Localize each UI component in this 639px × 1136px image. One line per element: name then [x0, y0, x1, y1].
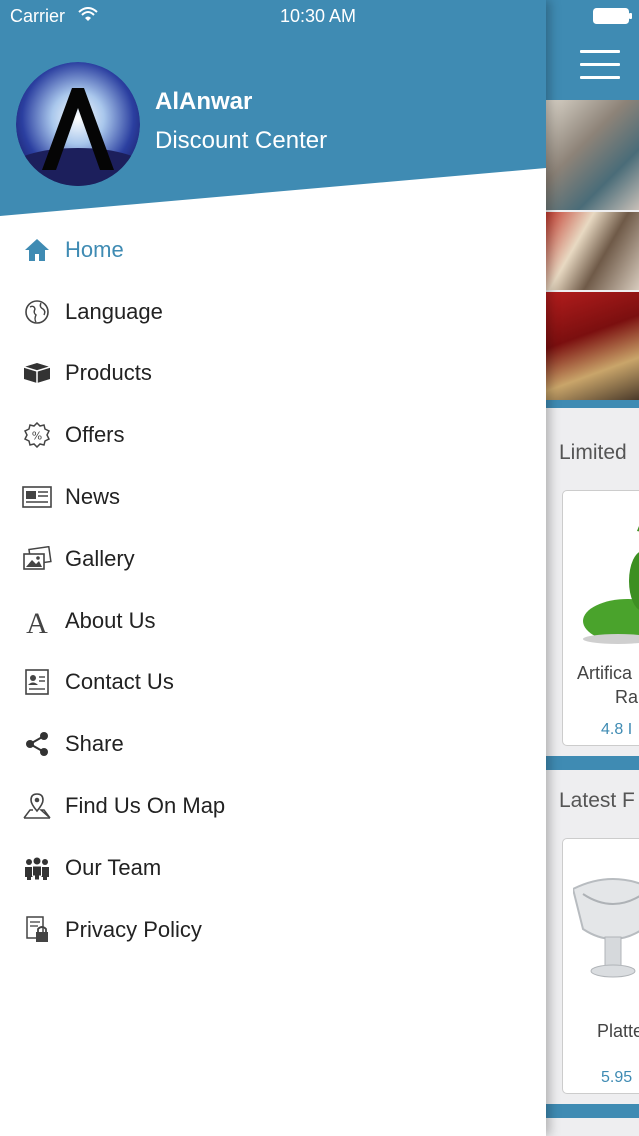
percent-badge-icon: %: [22, 420, 52, 450]
svg-text:A: A: [26, 607, 48, 636]
menu-label: Our Team: [65, 854, 162, 880]
menu-item-products[interactable]: Products: [0, 343, 546, 405]
battery-icon: [593, 8, 632, 24]
menu-label: Find Us On Map: [65, 793, 226, 819]
menu-item-contact-us[interactable]: Contact Us: [0, 652, 546, 714]
product-price: 5.95: [601, 1069, 633, 1086]
letter-a-icon: A: [22, 606, 52, 636]
brand-name: AlAnwar: [155, 88, 253, 115]
menu-item-gallery[interactable]: Gallery: [0, 528, 546, 590]
menu-label: Contact Us: [65, 669, 174, 695]
menu-item-language[interactable]: Language: [0, 281, 546, 343]
newspaper-icon: [22, 482, 52, 512]
product-card[interactable]: Artifica Ra 4.8 I: [562, 490, 639, 746]
menu-label: Language: [65, 298, 163, 324]
banner-image-vases: [546, 100, 639, 210]
section-title-limited: Limited: [559, 441, 627, 464]
gallery-icon: [22, 544, 52, 574]
product-name-line2: Ra: [615, 687, 639, 707]
menu-item-news[interactable]: News: [0, 466, 546, 528]
drawer-header: Carrier 10:30 AM AlAnwar Discount Center: [0, 0, 546, 220]
section-divider: [546, 756, 639, 770]
map-pin-icon: [22, 791, 52, 821]
main-content: Limited Artifica Ra 4.8 I Latest F Platt…: [546, 0, 639, 1136]
menu-label: About Us: [65, 607, 156, 633]
menu-item-share[interactable]: Share: [0, 713, 546, 775]
menu-label: Privacy Policy: [65, 916, 202, 942]
globe-icon: [22, 297, 52, 327]
privacy-lock-icon: [22, 915, 52, 945]
menu-label: Products: [65, 360, 152, 386]
drawer-menu: Home Language Products % Offers News Gal…: [0, 219, 546, 961]
section-divider: [546, 1104, 639, 1118]
banner-image-chairs: [546, 292, 639, 400]
product-name-line1: Artifica: [577, 663, 633, 683]
menu-item-offers[interactable]: % Offers: [0, 404, 546, 466]
product-price: 4.8 I: [601, 721, 633, 738]
team-icon: [22, 853, 52, 883]
menu-item-home[interactable]: Home: [0, 219, 546, 281]
product-image-deer: [583, 526, 639, 644]
menu-label: Home: [65, 236, 124, 262]
menu-item-find-us-on-map[interactable]: Find Us On Map: [0, 775, 546, 837]
banner-slider[interactable]: [546, 100, 639, 400]
menu-item-privacy-policy[interactable]: Privacy Policy: [0, 899, 546, 961]
product-card[interactable]: Platte 5.95: [562, 838, 639, 1094]
svg-text:%: %: [32, 430, 42, 443]
product-image-platter: [573, 878, 639, 978]
wifi-icon: [78, 7, 98, 21]
banner-image-teacups: [546, 212, 639, 290]
menu-label: Offers: [65, 422, 125, 448]
box-icon: [22, 358, 52, 388]
section-title-latest: Latest F: [559, 789, 635, 812]
menu-item-about-us[interactable]: A About Us: [0, 590, 546, 652]
share-icon: [22, 729, 52, 759]
section-divider: [546, 400, 639, 408]
brand-logo: [16, 62, 140, 186]
brand-subtitle: Discount Center: [155, 127, 328, 154]
contact-card-icon: [22, 667, 52, 697]
menu-label: Gallery: [65, 545, 135, 571]
home-icon: [22, 235, 52, 265]
menu-label: Share: [65, 731, 124, 757]
product-name: Platte: [597, 1021, 639, 1041]
side-drawer: Carrier 10:30 AM AlAnwar Discount Center…: [0, 0, 546, 1136]
hamburger-menu-icon[interactable]: [580, 50, 620, 80]
menu-item-our-team[interactable]: Our Team: [0, 837, 546, 899]
menu-label: News: [65, 484, 121, 510]
carrier-label: Carrier: [10, 6, 66, 26]
status-time: 10:30 AM: [280, 6, 357, 26]
